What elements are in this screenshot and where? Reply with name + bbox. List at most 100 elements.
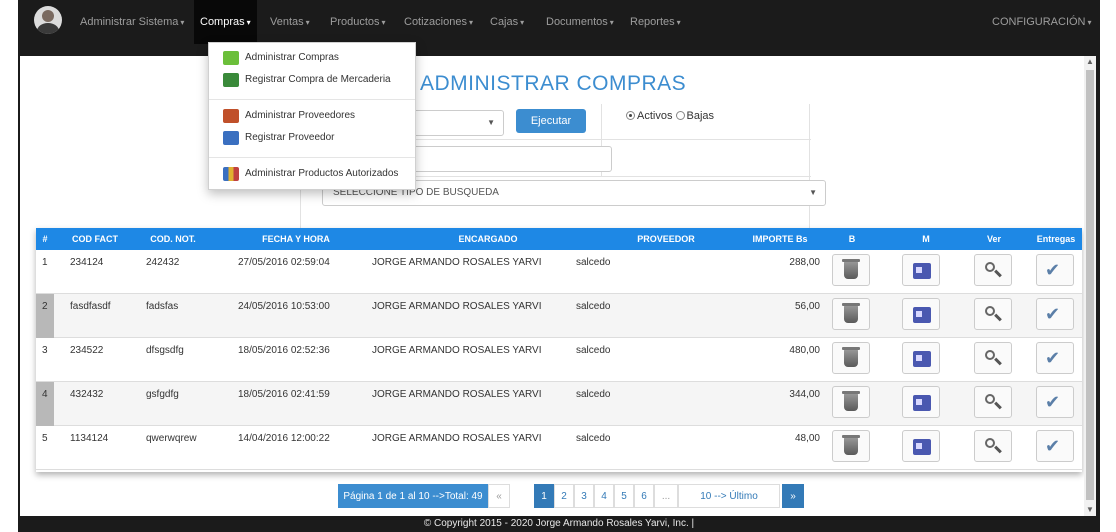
menu-item-registrar-compra[interactable]: Registrar Compra de Mercaderia [209,69,415,91]
view-button[interactable] [974,386,1012,418]
modify-button[interactable] [902,298,940,330]
nav-compras[interactable]: Compras ▾ [194,0,257,44]
cell-proveedor: salcedo [576,257,611,268]
modify-button[interactable] [902,342,940,374]
page-link-3[interactable]: 3 [574,484,594,508]
view-button[interactable] [974,342,1012,374]
cell-importe: 56,00 [794,301,820,312]
chevron-down-icon: ▾ [305,18,310,27]
delete-button[interactable] [832,386,870,418]
radio-activos[interactable] [626,110,635,120]
cell-cod-fact: fasdfasdf [70,301,111,312]
menu-item-administrar-proveedores[interactable]: Administrar Proveedores [209,105,415,127]
page-title: ADMINISTRAR COMPRAS [420,72,687,95]
col-header-ver: Ver [986,234,1001,244]
pagination-prev[interactable]: « [488,484,510,508]
deliveries-button[interactable]: ✔ [1036,254,1074,286]
modify-button[interactable] [902,430,940,462]
cell-cod-fact: 432432 [70,389,104,400]
table-row: 1 234124 242432 27/05/2016 02:59:04 JORG… [36,250,1082,294]
search-input[interactable] [412,146,612,172]
radio-bajas[interactable] [675,110,685,120]
nav-documentos[interactable]: Documentos ▾ [546,0,614,44]
col-header-proveedor: PROVEEDOR [637,234,695,244]
user-avatar[interactable] [34,6,62,34]
col-header-number: # [42,234,48,244]
menu-divider [209,157,415,158]
menu-item-registrar-proveedor[interactable]: Registrar Proveedor [209,127,415,149]
delete-button[interactable] [832,254,870,286]
nav-configuracion[interactable]: CONFIGURACIÓN ▾ [992,0,1092,44]
deliveries-button[interactable]: ✔ [1036,342,1074,374]
deliveries-button[interactable]: ✔ [1036,430,1074,462]
chevron-down-icon: ▾ [381,18,386,27]
nav-cajas[interactable]: Cajas ▾ [490,0,524,44]
pagination-info: Página 1 de 1 al 10 -->Total: 49 [338,484,488,508]
cell-proveedor: salcedo [576,345,611,356]
col-header-entregas: Entregas [1036,234,1076,244]
radio-label-bajas: Bajas [686,110,715,122]
nav-ventas[interactable]: Ventas ▾ [270,0,310,44]
cell-fecha: 14/04/2016 12:00:22 [238,433,330,444]
edit-icon [913,395,931,411]
scrollbar-thumb[interactable] [1086,70,1094,500]
chevron-down-icon: ▾ [1087,18,1092,27]
nav-reportes[interactable]: Reportes ▾ [630,0,681,44]
chevron-down-icon: ▼ [487,118,495,127]
magnifier-handle [994,357,1002,366]
page-link-4[interactable]: 4 [594,484,614,508]
modify-button[interactable] [902,254,940,286]
deliveries-button[interactable]: ✔ [1036,386,1074,418]
delete-button[interactable] [832,430,870,462]
products-icon [223,167,239,181]
trash-icon [842,435,860,455]
shopping-basket-icon [223,51,239,65]
execute-button[interactable]: Ejecutar [516,109,586,133]
nav-administrar-sistema[interactable]: Administrar Sistema ▾ [80,0,184,44]
magnifier-handle [994,313,1002,322]
checkmark-icon: ✔ [1045,260,1061,280]
deliveries-button[interactable]: ✔ [1036,298,1074,330]
col-header-cod-not: COD. NOT. [150,234,196,244]
nav-label: Cajas [490,16,519,28]
menu-item-productos-autorizados[interactable]: Administrar Productos Autorizados [209,163,415,185]
cell-cod-fact: 234522 [70,345,104,356]
view-button[interactable] [974,298,1012,330]
magnifier-handle [994,269,1002,278]
edit-icon [913,263,931,279]
page-link-6[interactable]: 6 [634,484,654,508]
purchases-table: # COD FACT COD. NOT. FECHA Y HORA ENCARG… [36,228,1082,472]
scroll-down-icon[interactable]: ▼ [1084,504,1096,516]
page-link-last[interactable]: 10 --> Último [678,484,780,508]
page-link-5[interactable]: 5 [614,484,634,508]
nav-label: Productos [330,16,380,28]
edit-icon [913,439,931,455]
vertical-scrollbar[interactable]: ▲ ▼ [1084,56,1096,516]
view-button[interactable] [974,430,1012,462]
cell-number: 4 [42,389,48,400]
nav-label: Reportes [630,16,675,28]
nav-cotizaciones[interactable]: Cotizaciones ▾ [404,0,473,44]
cell-number: 3 [42,345,48,356]
pagination-next[interactable]: » [782,484,804,508]
page-link-1[interactable]: 1 [534,484,554,508]
modify-button[interactable] [902,386,940,418]
delete-button[interactable] [832,342,870,374]
page-link-2[interactable]: 2 [554,484,574,508]
menu-divider [209,99,415,100]
cash-icon [223,73,239,87]
status-radio-group: Activos Bajas [626,110,714,122]
view-button[interactable] [974,254,1012,286]
avatar-body [37,23,59,34]
delete-button[interactable] [832,298,870,330]
checkmark-icon: ✔ [1045,436,1061,456]
col-header-fecha: FECHA Y HORA [262,234,330,244]
cell-cod-not: gsfgdfg [146,389,179,400]
filter-select[interactable]: ▼ [412,110,504,136]
chevron-down-icon: ▾ [180,18,185,27]
menu-item-label: Administrar Productos Autorizados [245,168,399,179]
menu-item-administrar-compras[interactable]: Administrar Compras [209,47,415,69]
nav-label: CONFIGURACIÓN [992,16,1086,28]
scroll-up-icon[interactable]: ▲ [1084,56,1096,68]
nav-productos[interactable]: Productos ▾ [330,0,386,44]
